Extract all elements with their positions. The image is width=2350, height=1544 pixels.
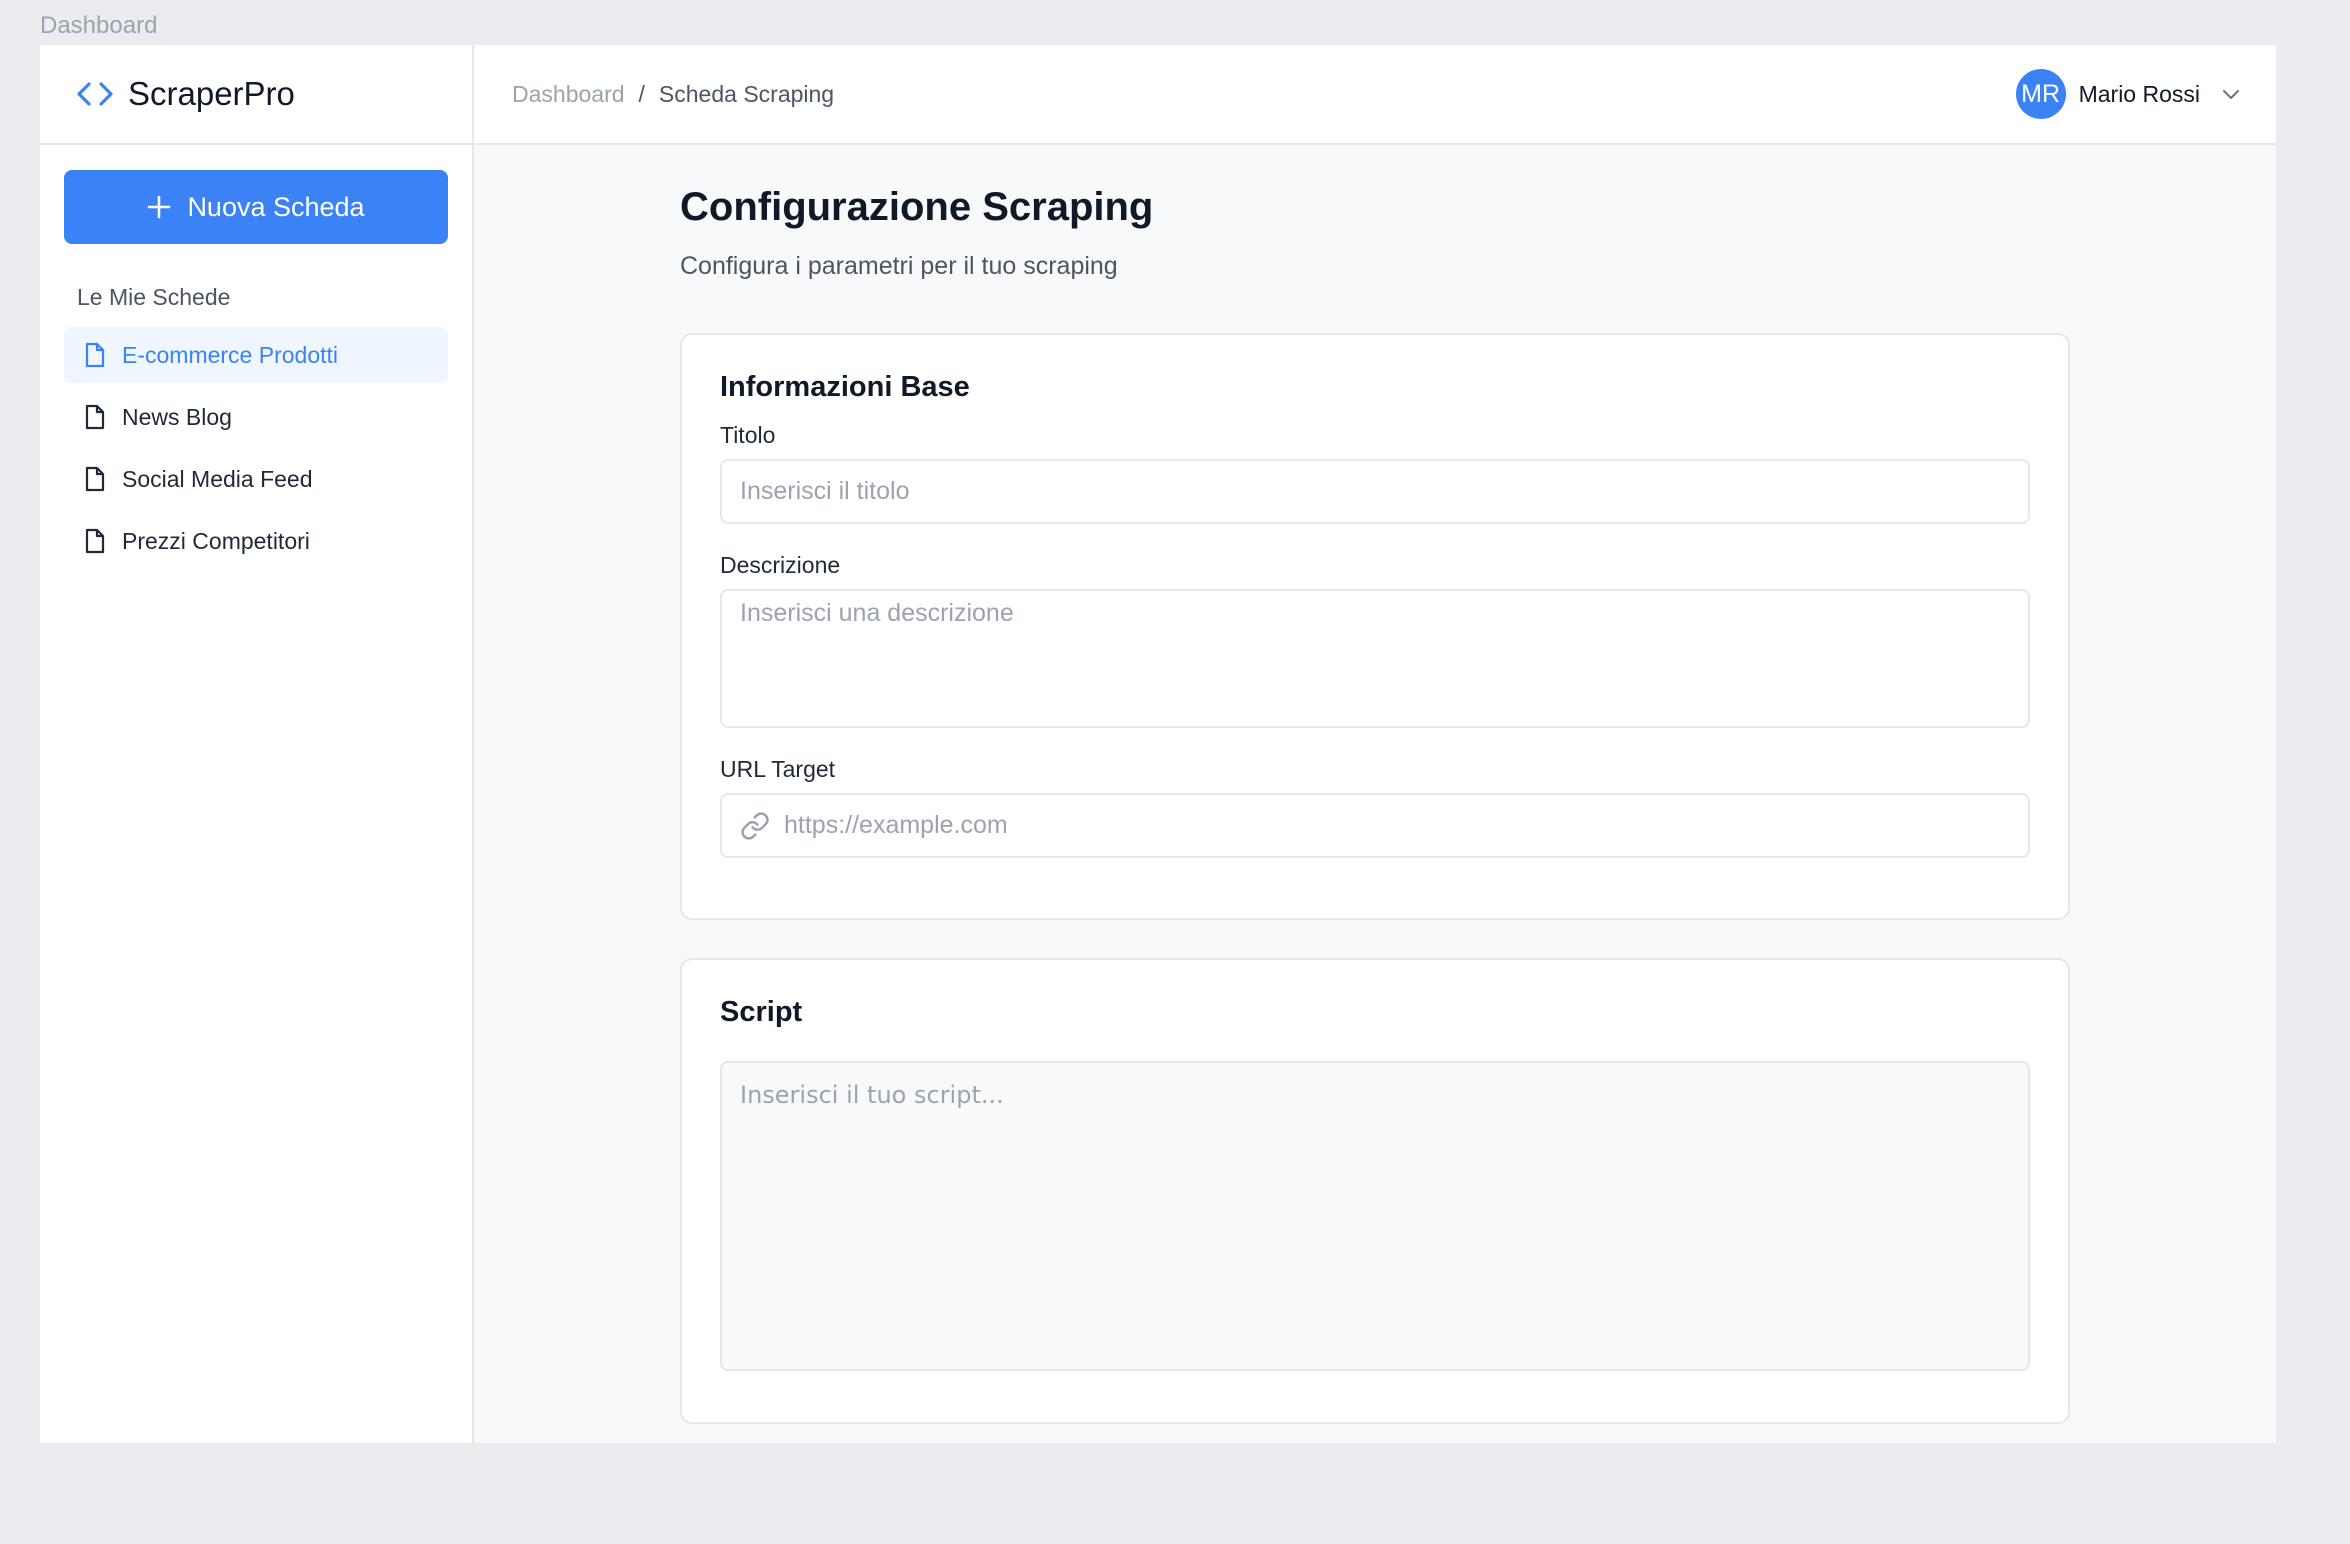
page-content: Configurazione Scraping Configura i para… [474, 145, 2276, 1424]
description-textarea[interactable]: Inserisci una descrizione [720, 589, 2030, 728]
breadcrumb: Dashboard / Scheda Scraping [512, 81, 834, 108]
user-name: Mario Rossi [2078, 80, 2200, 107]
title-label: Titolo [720, 422, 776, 448]
avatar: MR [2015, 69, 2066, 119]
plus-icon [148, 195, 171, 219]
chevron-down-icon [2223, 90, 2239, 99]
brand-name: ScraperPro [128, 75, 295, 112]
basic-info-title: Informazioni Base [720, 371, 970, 403]
app-window: ScraperPro Nuova Scheda Le Mie Schede E-… [40, 45, 2276, 1443]
new-tab-button[interactable]: Nuova Scheda [64, 170, 448, 244]
description-label: Descrizione [720, 552, 841, 578]
breadcrumb-separator: / [638, 80, 645, 107]
sidebar-item-social-media-feed[interactable]: Social Media Feed [64, 451, 448, 507]
sidebar-item-label: Social Media Feed [122, 465, 313, 492]
document-icon [85, 342, 105, 368]
user-menu[interactable]: MR Mario Rossi [2015, 69, 2240, 119]
sidebar-nav: E-commerce Prodotti News Blog Social Med… [64, 327, 448, 575]
basic-info-card: Informazioni Base Titolo Inserisci il ti… [680, 333, 2070, 920]
document-icon [85, 404, 105, 430]
sidebar-item-prezzi-competitori[interactable]: Prezzi Competitori [64, 513, 448, 569]
main-area: Dashboard / Scheda Scraping MR Mario Ros… [474, 45, 2276, 1443]
url-input[interactable]: https://example.com [720, 793, 2030, 858]
document-icon [85, 528, 105, 554]
url-placeholder: https://example.com [784, 811, 1008, 839]
sidebar-item-label: News Blog [122, 403, 232, 430]
link-icon [741, 811, 769, 840]
script-title: Script [720, 996, 803, 1028]
sidebar-item-ecommerce-prodotti[interactable]: E-commerce Prodotti [64, 327, 448, 383]
new-tab-button-label: Nuova Scheda [187, 191, 365, 222]
title-placeholder: Inserisci il titolo [740, 477, 910, 505]
window-label: Dashboard [40, 12, 158, 39]
sidebar-item-label: E-commerce Prodotti [122, 341, 339, 368]
sidebar-item-label: Prezzi Competitori [122, 527, 310, 554]
page-title: Configurazione Scraping [680, 185, 1154, 229]
sidebar: ScraperPro Nuova Scheda Le Mie Schede E-… [40, 45, 474, 1443]
url-label: URL Target [720, 756, 836, 782]
breadcrumb-current: Scheda Scraping [658, 80, 835, 107]
sidebar-section-title: Le Mie Schede [77, 284, 231, 310]
top-bar: Dashboard / Scheda Scraping MR Mario Ros… [474, 45, 2276, 145]
description-placeholder: Inserisci una descrizione [740, 599, 1014, 627]
script-placeholder: Inserisci il tuo script... [740, 1081, 1004, 1109]
breadcrumb-root[interactable]: Dashboard [512, 81, 625, 108]
document-icon [85, 466, 105, 492]
title-input[interactable]: Inserisci il titolo [720, 459, 2030, 524]
sidebar-item-news-blog[interactable]: News Blog [64, 389, 448, 445]
script-card: Script Inserisci il tuo script... [680, 958, 2070, 1424]
script-editor[interactable]: Inserisci il tuo script... [720, 1061, 2030, 1371]
brand[interactable]: ScraperPro [40, 45, 472, 145]
code-icon [77, 82, 113, 106]
page-subtitle: Configura i parametri per il tuo scrapin… [680, 252, 1118, 280]
